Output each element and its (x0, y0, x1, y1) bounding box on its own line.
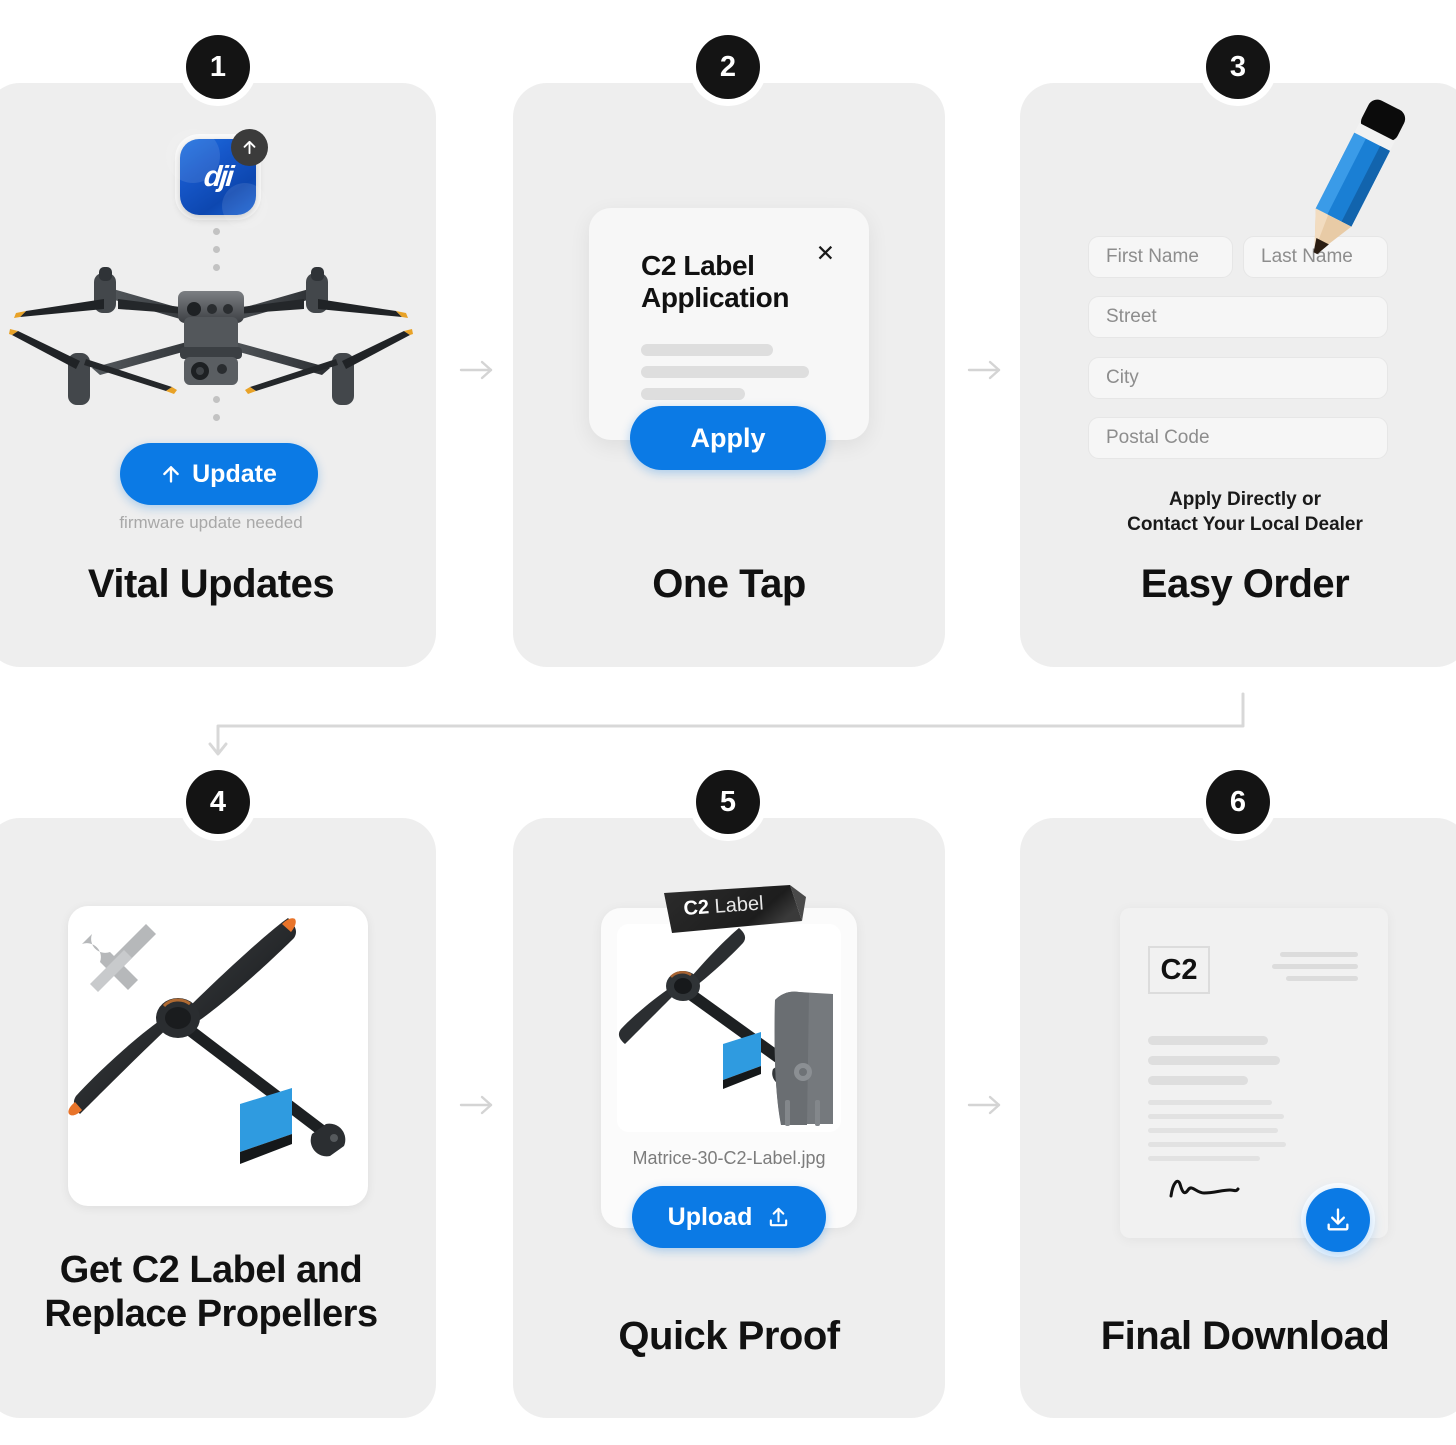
step-1-title: Vital Updates (87, 562, 335, 606)
street-placeholder: Street (1106, 306, 1157, 327)
doc-body-line (1148, 1056, 1280, 1065)
upload-preview-card: Matrice-30-C2-Label.jpg (601, 908, 857, 1228)
signature-mark (1168, 1176, 1248, 1207)
step-badge-4: 4 (186, 770, 250, 834)
doc-body-line (1148, 1114, 1284, 1119)
apply-note-line2: Contact Your Local Dealer (1127, 514, 1363, 536)
step-4-title-line2: Replace Propellers (44, 1293, 378, 1336)
firmware-hint: firmware update needed (119, 513, 303, 532)
modal-title-line1: C2 Label (641, 250, 755, 281)
city-placeholder: City (1106, 367, 1139, 388)
step-badge-4-number: 4 (209, 785, 227, 818)
city-field[interactable]: City (1088, 357, 1388, 399)
step-badge-3-number: 3 (1229, 50, 1247, 83)
tools-icon (82, 924, 156, 992)
download-button[interactable] (1306, 1188, 1370, 1252)
doc-body-line (1148, 1076, 1248, 1085)
doc-body-line (1148, 1142, 1286, 1147)
step-card-1: dji Update firmware update needed Vital … (0, 83, 436, 667)
first-name-placeholder: First Name (1106, 246, 1199, 267)
arrow-right-icon-2-3 (966, 355, 1006, 390)
upload-arrow-icon (231, 129, 268, 166)
step-card-5: Matrice-30-C2-Label.jpg C2 Label Upload (513, 818, 945, 1418)
c2-logo-text: C2 (1160, 953, 1198, 986)
step-badge-1: 1 (186, 35, 250, 99)
apply-note-line1: Apply Directly or (1168, 489, 1322, 510)
apply-button[interactable]: Apply (630, 406, 826, 470)
step-2-title: One Tap (652, 562, 806, 606)
pencil-icon (1274, 93, 1424, 278)
propeller-photo (68, 906, 368, 1206)
update-button-label: Update (192, 459, 277, 488)
doc-body-line (1148, 1156, 1260, 1161)
doc-body-line (1148, 1100, 1272, 1105)
step-4-title-line1: Get C2 Label and (59, 1249, 363, 1291)
postal-code-placeholder: Postal Code (1106, 427, 1210, 448)
doc-header-line (1280, 952, 1358, 957)
apply-note: Apply Directly or Contact Your Local Dea… (1020, 487, 1456, 537)
modal-title-line2: Application (641, 282, 790, 314)
doc-body-line (1148, 1036, 1268, 1045)
step-5-title: Quick Proof (618, 1314, 840, 1358)
step-card-2: C2 Label Application ✕ Apply One Tap (513, 83, 945, 667)
skeleton-line (641, 344, 773, 356)
step-badge-2: 2 (696, 35, 760, 99)
proof-thumbnail (617, 924, 841, 1132)
dji-app-icon[interactable]: dji (166, 129, 268, 229)
postal-code-field[interactable]: Postal Code (1088, 417, 1388, 459)
modal-title: C2 Label Application (641, 250, 789, 315)
upload-icon (767, 1205, 790, 1230)
street-field[interactable]: Street (1088, 296, 1388, 338)
step-badge-6-number: 6 (1229, 785, 1247, 818)
certificate-document: C2 (1120, 908, 1388, 1238)
dotted-connector-bottom (213, 396, 220, 421)
upload-button[interactable]: Upload (632, 1186, 826, 1248)
step-card-6: C2 Final Download (1020, 818, 1456, 1418)
c2-logo-box: C2 (1148, 946, 1210, 994)
step-badge-2-number: 2 (719, 50, 737, 83)
first-name-field[interactable]: First Name (1088, 236, 1233, 278)
drone-image (8, 265, 414, 413)
doc-header-line (1286, 976, 1358, 981)
step-card-4: Get C2 Label and Replace Propellers (0, 818, 436, 1418)
step-badge-1-number: 1 (209, 50, 227, 83)
step-6-title: Final Download (1100, 1314, 1390, 1358)
step-badge-3: 3 (1206, 35, 1270, 99)
infographic-root: dji Update firmware update needed Vital … (0, 0, 1456, 1445)
step-badge-6: 6 (1206, 770, 1270, 834)
step-badge-5-number: 5 (719, 785, 737, 818)
doc-body-line (1148, 1128, 1278, 1133)
update-button[interactable]: Update (120, 443, 318, 505)
apply-button-label: Apply (690, 422, 766, 453)
skeleton-line (641, 366, 809, 378)
step-4-title: Get C2 Label and Replace Propellers (0, 1248, 436, 1336)
arrow-right-icon-5-6 (966, 1090, 1006, 1125)
arrow-right-icon-1-2 (458, 355, 498, 390)
step-3-title: Easy Order (1140, 562, 1350, 606)
step-badge-5: 5 (696, 770, 760, 834)
download-icon (1324, 1206, 1352, 1234)
doc-header-line (1272, 964, 1358, 969)
step-card-3: First Name Last Name Street City Postal … (1020, 83, 1456, 667)
skeleton-line (641, 388, 745, 400)
close-icon[interactable]: ✕ (816, 242, 835, 265)
upload-button-label: Upload (667, 1202, 753, 1231)
dji-logo-text: dji (202, 160, 234, 193)
proof-filename: Matrice-30-C2-Label.jpg (632, 1148, 826, 1168)
up-arrow-icon (161, 462, 181, 486)
arrow-wrap-down-icon (200, 690, 1260, 775)
arrow-right-icon-4-5 (458, 1090, 498, 1125)
c2-label-tag: C2 Label (660, 883, 840, 943)
